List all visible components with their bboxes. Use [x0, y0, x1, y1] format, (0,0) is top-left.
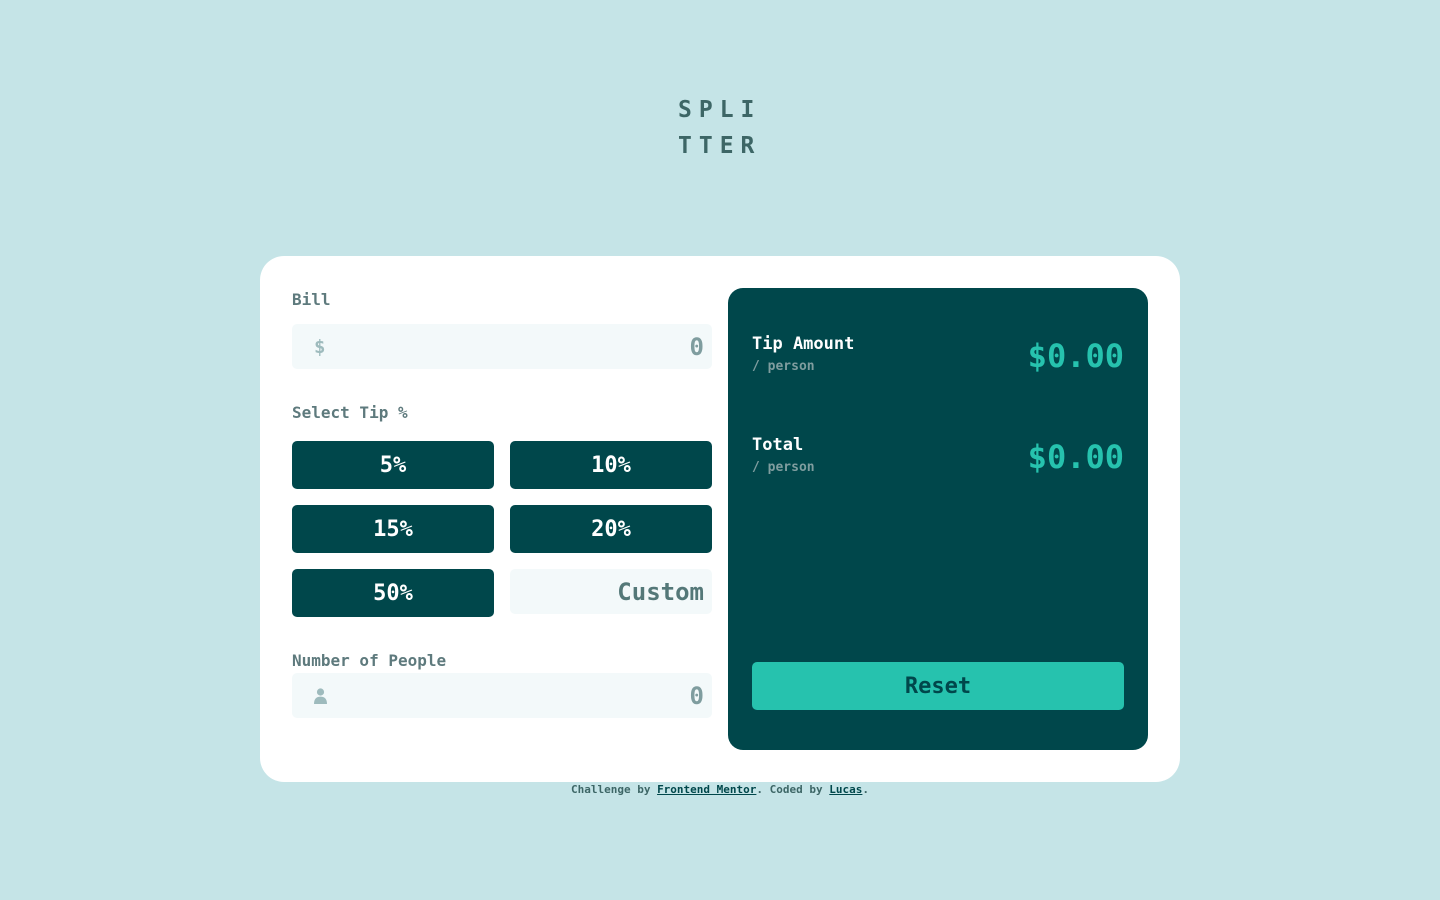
- calculator-card: Bill $ Select Tip % 5% 10% 15% 20% 50% N…: [260, 256, 1180, 782]
- people-input[interactable]: [292, 673, 712, 718]
- number-of-people-label: Number of People: [292, 651, 447, 670]
- people-field: [292, 673, 712, 718]
- logo-line-1: SPLI: [678, 97, 762, 123]
- author-link[interactable]: Lucas: [829, 783, 862, 796]
- custom-tip-input[interactable]: [510, 569, 712, 614]
- tip-amount-value: $0.00: [1027, 337, 1124, 375]
- reset-button[interactable]: Reset: [752, 662, 1124, 710]
- tip-5-button[interactable]: 5%: [292, 441, 494, 489]
- tip-amount-label: Tip Amount: [752, 334, 855, 354]
- bill-field: $: [292, 324, 712, 369]
- logo-line-2: TTER: [678, 133, 762, 159]
- app-logo: SPLI TTER: [678, 92, 778, 164]
- tip-amount-per-person-label: / person: [752, 359, 815, 374]
- bill-label: Bill: [292, 290, 331, 309]
- custom-tip-field: [510, 569, 712, 614]
- attribution: Challenge by Frontend Mentor. Coded by L…: [0, 783, 1440, 797]
- select-tip-label: Select Tip %: [292, 403, 408, 422]
- total-value: $0.00: [1027, 438, 1124, 476]
- total-label: Total: [752, 435, 804, 455]
- tip-50-button[interactable]: 50%: [292, 569, 494, 617]
- frontend-mentor-link[interactable]: Frontend Mentor: [657, 783, 756, 796]
- total-per-person-label: / person: [752, 460, 815, 475]
- attribution-middle: . Coded by: [756, 783, 830, 796]
- attribution-prefix: Challenge by: [570, 783, 658, 796]
- tip-10-button[interactable]: 10%: [510, 441, 712, 489]
- tip-15-button[interactable]: 15%: [292, 505, 494, 553]
- attribution-suffix: .: [862, 783, 870, 796]
- tip-20-button[interactable]: 20%: [510, 505, 712, 553]
- bill-input[interactable]: [292, 324, 712, 369]
- results-panel: Tip Amount / person $0.00 Total / person…: [728, 288, 1148, 750]
